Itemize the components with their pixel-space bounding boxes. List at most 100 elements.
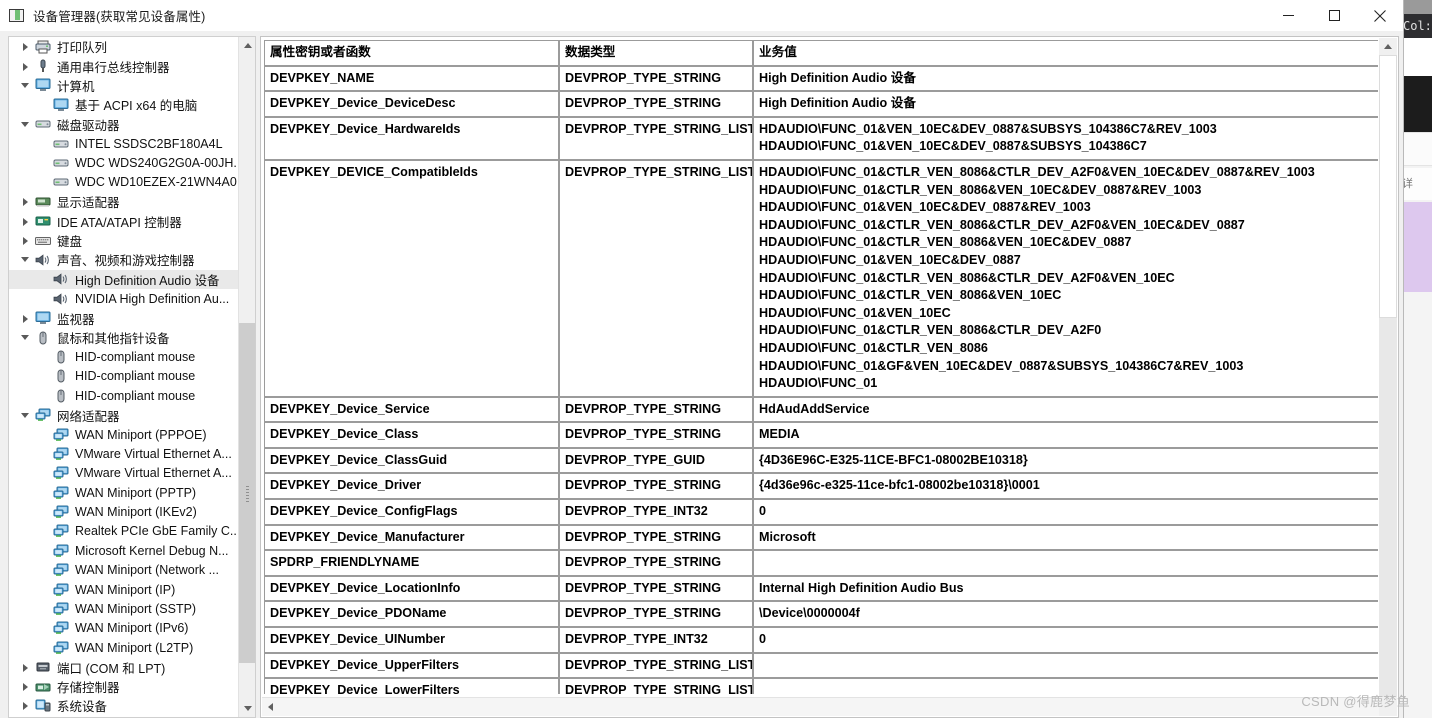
cell-value[interactable] [753, 652, 1378, 679]
cell-value[interactable]: High Definition Audio 设备 [753, 65, 1378, 92]
cell-key[interactable]: DEVPKEY_Device_PDOName [264, 601, 559, 628]
tree-item[interactable]: 通用串行总线控制器 [9, 56, 238, 75]
table-row[interactable]: DEVPKEY_Device_Manufacturer DEVPROP_TYPE_… [264, 524, 1378, 551]
cell-value[interactable]: {4D36E96C-E325-11CE-BFC1-08002BE10318} [753, 447, 1378, 474]
table-row[interactable]: DEVPKEY_Device_DeviceDesc DEVPROP_TYPE_ST… [264, 91, 1378, 117]
chevron-right-icon[interactable] [19, 212, 34, 231]
cell-value[interactable]: HDAUDIO\FUNC_01&CTLR_VEN_8086&CTLR_DEV_A… [753, 159, 1378, 397]
tree-item[interactable]: 监视器 [9, 308, 238, 327]
cell-value[interactable]: 0 [753, 499, 1378, 525]
tree-item[interactable]: WAN Miniport (IP) [9, 580, 238, 599]
tree-item[interactable]: 磁盘驱动器 [9, 115, 238, 134]
cell-key[interactable]: SPDRP_FRIENDLYNAME [264, 550, 559, 576]
tree-item[interactable]: WAN Miniport (IPv6) [9, 619, 238, 638]
cell-type[interactable]: DEVPROP_TYPE_STRING_LIST [559, 159, 753, 397]
column-header[interactable]: 属性密钥或者函数 [264, 40, 559, 66]
cell-key[interactable]: DEVPKEY_Device_Class [264, 422, 559, 448]
tree-item[interactable]: VMware Virtual Ethernet A... [9, 444, 238, 463]
tree-item[interactable]: 系统设备 [9, 696, 238, 715]
cell-type[interactable]: DEVPROP_TYPE_INT32 [559, 627, 753, 653]
tree-item[interactable]: Microsoft Kernel Debug N... [9, 541, 238, 560]
cell-key[interactable]: DEVPKEY_Device_HardwareIds [264, 116, 559, 160]
tree-item[interactable]: WAN Miniport (IKEv2) [9, 502, 238, 521]
table-row[interactable]: DEVPKEY_Device_UpperFilters DEVPROP_TYPE_… [264, 652, 1378, 679]
cell-type[interactable]: DEVPROP_TYPE_STRING [559, 550, 753, 576]
tree-item[interactable]: INTEL SSDSC2BF180A4L [9, 134, 238, 153]
table-horizontal-scrollbar[interactable] [262, 697, 1397, 716]
chevron-right-icon[interactable] [19, 309, 34, 328]
table-row[interactable]: DEVPKEY_Device_ClassGuid DEVPROP_TYPE_GUI… [264, 447, 1378, 474]
cell-value[interactable]: Microsoft [753, 524, 1378, 551]
tree-item[interactable]: 声音、视频和游戏控制器 [9, 250, 238, 269]
cell-key[interactable]: DEVPKEY_Device_ClassGuid [264, 447, 559, 474]
cell-value[interactable]: 0 [753, 627, 1378, 653]
table-row[interactable]: DEVPKEY_Device_Service DEVPROP_TYPE_STRIN… [264, 396, 1378, 423]
chevron-right-icon[interactable] [19, 658, 34, 677]
table-row[interactable]: DEVPKEY_DEVICE_CompatibleIds DEVPROP_TYPE… [264, 159, 1378, 397]
cell-key[interactable]: DEVPKEY_Device_UINumber [264, 627, 559, 653]
cell-value[interactable]: Internal High Definition Audio Bus [753, 575, 1378, 602]
table-row[interactable]: DEVPKEY_Device_Class DEVPROP_TYPE_STRING M… [264, 422, 1378, 448]
minimize-button[interactable] [1265, 0, 1311, 31]
tree-item[interactable]: 存储控制器 [9, 677, 238, 696]
chevron-down-icon[interactable] [19, 250, 34, 269]
tree-scroll-up-button[interactable] [239, 37, 255, 54]
close-button[interactable] [1357, 0, 1403, 31]
tree-item[interactable]: WAN Miniport (PPTP) [9, 483, 238, 502]
chevron-down-icon[interactable] [19, 328, 34, 347]
table-row[interactable]: DEVPKEY_Device_ConfigFlags DEVPROP_TYPE_I… [264, 499, 1378, 525]
cell-type[interactable]: DEVPROP_TYPE_STRING [559, 524, 753, 551]
tree-item[interactable]: IDE ATA/ATAPI 控制器 [9, 212, 238, 231]
table-scroll-left-button[interactable] [262, 698, 279, 716]
property-table-viewport[interactable]: 属性密钥或者函数 数据类型 业务值 DEVPKEY_NAME DEVPROP_TYPE_… [264, 40, 1378, 694]
chevron-right-icon[interactable] [19, 696, 34, 715]
chevron-right-icon[interactable] [19, 57, 34, 76]
cell-value[interactable] [753, 550, 1378, 576]
tree-item[interactable]: 键盘 [9, 231, 238, 250]
table-scrollbar-thumb[interactable] [1379, 55, 1397, 318]
cell-value[interactable]: HDAUDIO\FUNC_01&VEN_10EC&DEV_0887&SUBSYS… [753, 116, 1378, 160]
cell-value[interactable]: \Device\0000004f [753, 601, 1378, 628]
cell-type[interactable]: DEVPROP_TYPE_STRING [559, 91, 753, 117]
cell-type[interactable]: DEVPROP_TYPE_STRING [559, 575, 753, 602]
cell-type[interactable]: DEVPROP_TYPE_STRING [559, 396, 753, 423]
column-header[interactable]: 数据类型 [559, 40, 753, 66]
table-row[interactable]: DEVPKEY_Device_HardwareIds DEVPROP_TYPE_S… [264, 116, 1378, 160]
tree-item[interactable]: 网络适配器 [9, 405, 238, 424]
device-tree-list[interactable]: 打印队列 通用串行总线控制器 计算机 基于 ACPI x64 的电脑 磁盘驱动器 INTE… [9, 37, 238, 717]
table-row[interactable]: DEVPKEY_Device_UINumber DEVPROP_TYPE_INT3… [264, 627, 1378, 653]
maximize-button[interactable] [1311, 0, 1357, 31]
tree-item[interactable]: WDC WD10EZEX-21WN4A0 [9, 173, 238, 192]
table-scroll-up-button[interactable] [1379, 38, 1396, 55]
chevron-right-icon[interactable] [19, 192, 34, 211]
chevron-right-icon[interactable] [19, 716, 34, 717]
tree-item[interactable]: High Definition Audio 设备 [9, 269, 238, 290]
table-row[interactable]: DEVPKEY_Device_LocationInfo DEVPROP_TYPE_… [264, 575, 1378, 602]
cell-value[interactable]: MEDIA [753, 422, 1378, 448]
tree-item[interactable]: 显示适配器 [9, 192, 238, 211]
table-row[interactable]: SPDRP_FRIENDLYNAME DEVPROP_TYPE_STRING [264, 550, 1378, 576]
cell-type[interactable]: DEVPROP_TYPE_STRING [559, 473, 753, 500]
tree-item[interactable]: WAN Miniport (PPPOE) [9, 425, 238, 444]
cell-key[interactable]: DEVPKEY_Device_UpperFilters [264, 652, 559, 679]
cell-value[interactable]: {4d36e96c-e325-11ce-bfc1-08002be10318}\0… [753, 473, 1378, 500]
table-row[interactable]: DEVPKEY_Device_PDOName DEVPROP_TYPE_STRIN… [264, 601, 1378, 628]
cell-type[interactable]: DEVPROP_TYPE_STRING_LIST [559, 652, 753, 679]
property-table-panel[interactable]: 属性密钥或者函数 数据类型 业务值 DEVPKEY_NAME DEVPROP_TYPE_… [260, 36, 1399, 718]
chevron-right-icon[interactable] [19, 231, 34, 250]
table-row[interactable]: DEVPKEY_NAME DEVPROP_TYPE_STRING High Defi… [264, 65, 1378, 92]
tree-item[interactable]: NVIDIA High Definition Au... [9, 289, 238, 308]
tree-item[interactable]: HID-compliant mouse [9, 386, 238, 405]
tree-item[interactable]: 处理器 [9, 716, 238, 717]
column-header[interactable]: 业务值 [753, 40, 1378, 66]
tree-item[interactable]: 基于 ACPI x64 的电脑 [9, 95, 238, 114]
cell-key[interactable]: DEVPKEY_Device_LocationInfo [264, 575, 559, 602]
table-scrollbar-track[interactable] [1379, 318, 1397, 698]
tree-item[interactable]: WDC WDS240G2G0A-00JH... [9, 153, 238, 172]
tree-item[interactable]: 端口 (COM 和 LPT) [9, 658, 238, 677]
tree-item[interactable]: VMware Virtual Ethernet A... [9, 464, 238, 483]
cell-value[interactable] [753, 678, 1378, 694]
tree-item[interactable]: 鼠标和其他指针设备 [9, 328, 238, 347]
cell-type[interactable]: DEVPROP_TYPE_STRING [559, 422, 753, 448]
cell-key[interactable]: DEVPKEY_Device_LowerFilters [264, 678, 559, 694]
